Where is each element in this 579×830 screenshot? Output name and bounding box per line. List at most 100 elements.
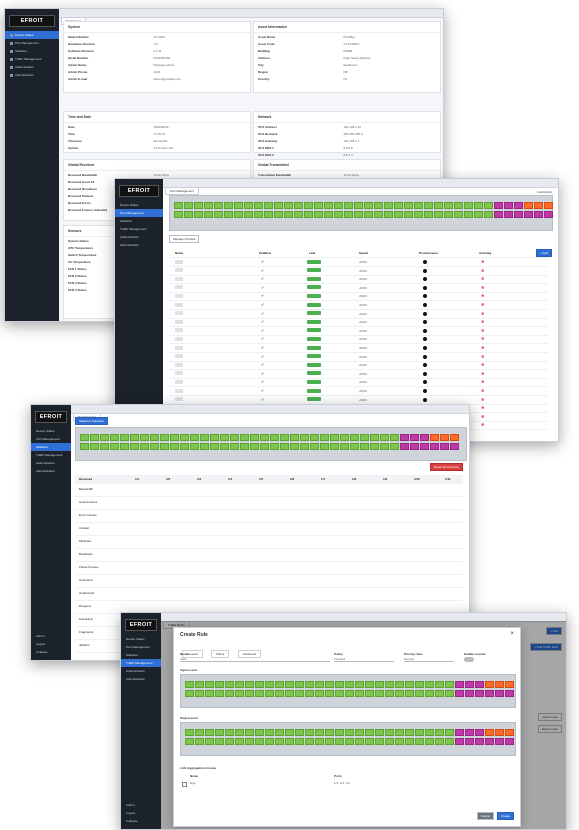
port-tile[interactable] [435, 681, 444, 688]
port-tile[interactable] [194, 202, 203, 209]
tab-port-management[interactable]: Port Management [165, 187, 199, 195]
port-tile[interactable] [200, 443, 209, 450]
port-tile[interactable] [465, 729, 474, 736]
port-tile[interactable] [365, 729, 374, 736]
port-tile[interactable] [305, 729, 314, 736]
port-tile[interactable] [395, 690, 404, 697]
reset-counters-button[interactable]: Reset All Counters [430, 463, 463, 471]
cancel-button[interactable]: Cancel [476, 812, 494, 820]
port-tile[interactable] [330, 443, 339, 450]
port-tile[interactable] [335, 729, 344, 736]
port-tile[interactable] [275, 729, 284, 736]
port-tile[interactable] [424, 211, 433, 218]
port-tile[interactable] [184, 202, 193, 209]
port-tile[interactable] [504, 202, 513, 209]
port-tile[interactable] [160, 434, 169, 441]
nav-statistics[interactable]: Statistics [115, 217, 163, 225]
port-tile[interactable] [410, 434, 419, 441]
port-tile[interactable] [435, 738, 444, 745]
port-tile[interactable] [405, 729, 414, 736]
port-tile[interactable] [485, 690, 494, 697]
port-tile[interactable] [220, 443, 229, 450]
port-tile[interactable] [305, 690, 314, 697]
port-tile[interactable] [375, 729, 384, 736]
port-tile[interactable] [265, 738, 274, 745]
port-tile[interactable] [245, 738, 254, 745]
port-tile[interactable] [484, 211, 493, 218]
port-tile[interactable] [364, 202, 373, 209]
port-tile[interactable] [240, 443, 249, 450]
nav-collapse[interactable]: Collapse [31, 648, 71, 656]
port-tile[interactable] [495, 738, 504, 745]
port-tile[interactable] [235, 738, 244, 745]
port-tile[interactable] [344, 202, 353, 209]
port-tile[interactable] [305, 681, 314, 688]
nav-logout[interactable]: Logout [31, 640, 71, 648]
port-tile[interactable] [430, 443, 439, 450]
port-tile[interactable] [324, 202, 333, 209]
port-tile[interactable] [250, 443, 259, 450]
port-tile[interactable] [80, 434, 89, 441]
nav-port-management[interactable]: Port Management [5, 39, 59, 47]
port-tile[interactable] [505, 681, 514, 688]
port-tile[interactable] [360, 443, 369, 450]
port-tile[interactable] [450, 434, 459, 441]
port-tile[interactable] [195, 738, 204, 745]
port-tile[interactable] [170, 443, 179, 450]
port-tile[interactable] [380, 443, 389, 450]
nav-statistics[interactable]: Statistics [121, 651, 161, 659]
port-tile[interactable] [290, 443, 299, 450]
port-tile[interactable] [110, 443, 119, 450]
port-tile[interactable] [534, 211, 543, 218]
port-tile[interactable] [445, 729, 454, 736]
nav-administration[interactable]: Administration [121, 675, 161, 683]
port-tile[interactable] [344, 211, 353, 218]
port-tile[interactable] [434, 202, 443, 209]
port-tile[interactable] [495, 681, 504, 688]
nav-statistics[interactable]: Statistics [5, 47, 59, 55]
port-tile[interactable] [90, 443, 99, 450]
port-tile[interactable] [415, 681, 424, 688]
port-tile[interactable] [185, 690, 194, 697]
port-tile[interactable] [455, 738, 464, 745]
port-tile[interactable] [244, 202, 253, 209]
nav-device-status[interactable]: Device Status [121, 635, 161, 643]
port-tile[interactable] [200, 434, 209, 441]
port-tile[interactable] [274, 211, 283, 218]
policy-select[interactable]: Forward [334, 657, 394, 662]
port-tile[interactable] [465, 738, 474, 745]
port-tile[interactable] [425, 729, 434, 736]
port-tile[interactable] [285, 729, 294, 736]
nav-logout[interactable]: Logout [121, 809, 161, 817]
port-tile[interactable] [465, 690, 474, 697]
port-tile[interactable] [294, 211, 303, 218]
port-tile[interactable] [314, 211, 323, 218]
port-tile[interactable] [204, 211, 213, 218]
nav-traffic-management[interactable]: Traffic Management [5, 55, 59, 63]
port-tile[interactable] [90, 434, 99, 441]
port-tile[interactable] [275, 690, 284, 697]
port-tile[interactable] [504, 211, 513, 218]
port-tile[interactable] [425, 681, 434, 688]
port-tile[interactable] [320, 434, 329, 441]
port-tile[interactable] [280, 434, 289, 441]
port-tile[interactable] [285, 690, 294, 697]
port-tile[interactable] [100, 434, 109, 441]
port-tile[interactable] [224, 202, 233, 209]
port-tile[interactable] [465, 681, 474, 688]
port-tile[interactable] [230, 443, 239, 450]
port-tile[interactable] [420, 434, 429, 441]
port-tile[interactable] [384, 211, 393, 218]
port-tile[interactable] [380, 434, 389, 441]
nav-traffic-management[interactable]: Traffic Management [121, 659, 161, 667]
port-tile[interactable] [210, 443, 219, 450]
nav-port-management[interactable]: Port Management [31, 435, 71, 443]
port-tile[interactable] [310, 434, 319, 441]
port-tile[interactable] [354, 211, 363, 218]
port-tile[interactable] [245, 729, 254, 736]
port-tile[interactable] [450, 443, 459, 450]
priority-select[interactable]: Normal [404, 657, 454, 662]
port-tile[interactable] [210, 434, 219, 441]
nav-port-management[interactable]: Port Management [121, 643, 161, 651]
port-tile[interactable] [150, 443, 159, 450]
